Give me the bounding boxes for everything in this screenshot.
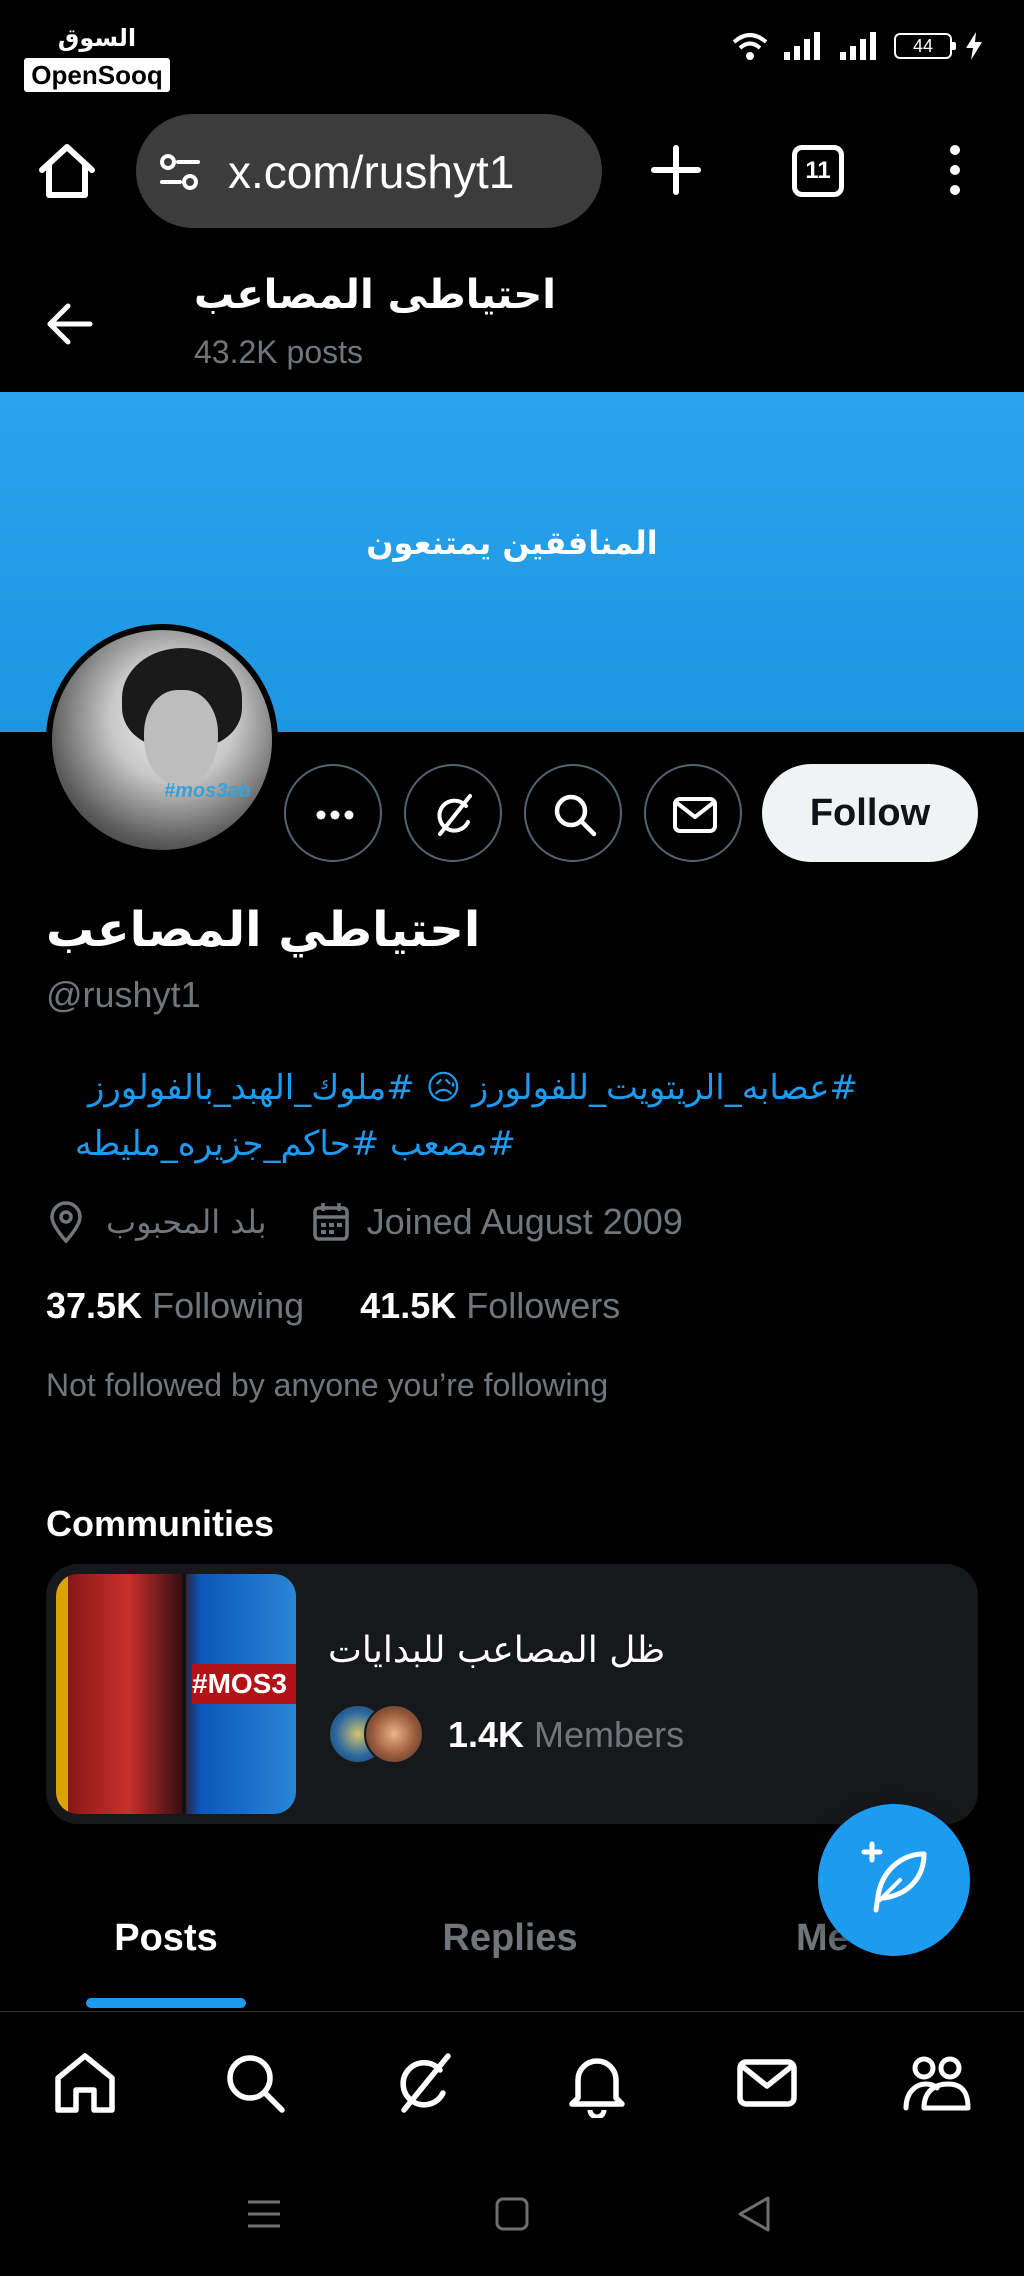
calendar-icon (312, 1203, 349, 1241)
header-profile-name: احتياطى المصاعب (194, 272, 556, 318)
wifi-icon (732, 33, 768, 60)
search-icon (554, 794, 597, 837)
avatar-watermark: #mos3ab (164, 780, 251, 802)
community-image: #MOS3 (56, 1574, 296, 1814)
following-label: Following (152, 1285, 305, 1326)
browser-toolbar: x.com/rushyt1 11 (0, 110, 1024, 232)
recents-icon[interactable] (242, 2192, 286, 2236)
profile-avatar[interactable]: #mos3ab (46, 624, 278, 856)
communities-heading: Communities (46, 1503, 275, 1544)
opensooq-logo: السوق المفتوح OpenSooq (24, 22, 170, 94)
notifications-icon[interactable] (562, 2048, 632, 2118)
member-avatar (364, 1704, 424, 1764)
profile-location: بلد المحبوب (106, 1203, 267, 1241)
status-icons: 44 (730, 28, 984, 64)
active-tab-indicator (86, 1998, 246, 2008)
bottom-navigation (0, 2012, 1024, 2152)
tab-switcher-button[interactable]: 11 (792, 145, 844, 197)
community-members: 1.4K Members (448, 1712, 684, 1758)
signal-icon-2 (840, 32, 876, 60)
header-posts-count: 43.2K posts (194, 334, 363, 370)
joined-date: Joined August 2009 (366, 1201, 683, 1242)
logo-english: OpenSooq (24, 58, 170, 92)
charging-icon (966, 32, 982, 60)
home-icon[interactable] (50, 2048, 120, 2118)
follow-stats: 37.5K Following 41.5K Followers (46, 1280, 620, 1332)
banner-text: المنافقين يمتنعون (366, 524, 658, 562)
following-link[interactable]: 37.5K Following (46, 1280, 304, 1332)
system-navigation (0, 2152, 1024, 2276)
url-text[interactable]: x.com/rushyt1 (228, 144, 514, 200)
compose-feather-icon (861, 1841, 927, 1913)
profile-top-nav: احتياطى المصاعب 43.2K posts (0, 232, 1024, 392)
messages-icon[interactable] (732, 2048, 802, 2118)
members-count: 1.4K (448, 1714, 525, 1755)
profile-handle: @rushyt1 (46, 974, 201, 1015)
home-square-icon[interactable] (490, 2192, 534, 2236)
compose-post-button[interactable] (818, 1804, 970, 1956)
message-button[interactable] (644, 764, 742, 862)
search-icon[interactable] (220, 2048, 290, 2118)
member-avatars (328, 1704, 438, 1766)
display-name: احتياطي المصاعب (46, 902, 481, 958)
following-count: 37.5K (46, 1285, 143, 1326)
signal-icon (784, 32, 820, 60)
follow-button[interactable]: Follow (762, 764, 978, 862)
followers-count: 41.5K (360, 1285, 457, 1326)
communities-icon[interactable] (902, 2048, 972, 2118)
tab-posts[interactable]: Posts (0, 1900, 332, 2010)
more-options-button[interactable] (284, 764, 382, 862)
new-tab-icon[interactable] (648, 142, 704, 198)
url-bar[interactable]: x.com/rushyt1 (136, 114, 602, 228)
community-image-label: #MOS3 (192, 1664, 296, 1704)
profile-bio: #عصابه_الريتويت_للفولورز 😥 #ملوك_الهبد_ب… (46, 1060, 946, 1172)
profile-meta: بلد المحبوب Joined August 2009 (46, 1196, 683, 1248)
grok-icon (437, 794, 472, 836)
tab-replies[interactable]: Replies (340, 1900, 680, 2010)
battery-indicator: 44 (894, 33, 956, 59)
back-triangle-icon[interactable] (732, 2192, 776, 2236)
location-icon (50, 1201, 82, 1244)
status-bar: السوق المفتوح OpenSooq 44 (0, 0, 1024, 110)
site-settings-icon[interactable] (158, 150, 202, 194)
grok-button[interactable] (404, 764, 502, 862)
logo-arabic: السوق المفتوح (51, 24, 144, 84)
browser-menu-icon[interactable] (940, 142, 970, 198)
browser-home-icon[interactable] (36, 140, 98, 202)
followers-link[interactable]: 41.5K Followers (360, 1280, 620, 1332)
grok-icon[interactable] (390, 2048, 460, 2118)
back-arrow-icon[interactable] (44, 298, 96, 350)
search-profile-button[interactable] (524, 764, 622, 862)
community-name: ظل المصاعب للبدايات (328, 1630, 666, 1671)
community-card[interactable]: #MOS3 ظل المصاعب للبدايات 1.4K Members (46, 1564, 978, 1824)
followers-label: Followers (466, 1285, 621, 1326)
bio-line-1[interactable]: #عصابه_الريتويت_للفولورز 😥 #ملوك_الهبد_ب… (46, 1060, 858, 1116)
message-icon (673, 797, 717, 833)
members-label: Members (534, 1714, 685, 1755)
more-icon (316, 810, 354, 820)
not-followed-note: Not followed by anyone you’re following (46, 1367, 609, 1403)
bio-line-2[interactable]: #مصعب #حاكم_جزيره_مليطه (46, 1116, 516, 1172)
